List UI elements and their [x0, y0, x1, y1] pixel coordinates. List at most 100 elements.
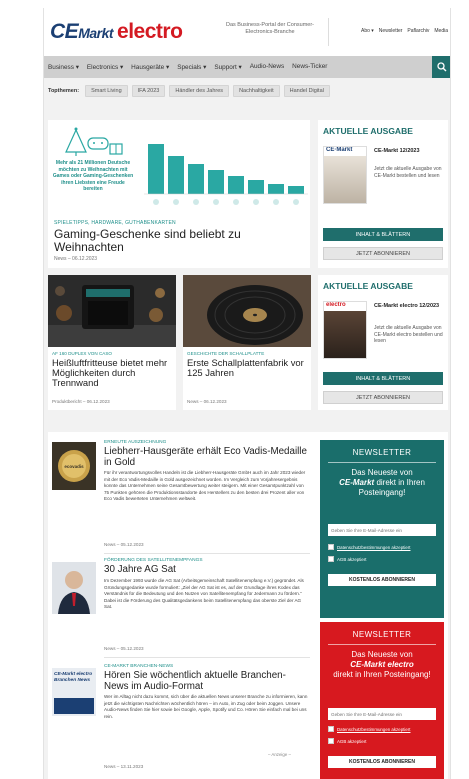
news-item[interactable]: CE-Markt electro Branchen News CE-MARKT …: [48, 664, 312, 776]
read-issue-button[interactable]: INHALT & BLÄTTERN: [323, 372, 443, 385]
nav-item-audio-news[interactable]: Audio-News: [250, 63, 284, 71]
logo-electro: electro: [117, 20, 183, 43]
card-category: GESCHICHTE DER SCHALLPLATTE: [187, 351, 265, 356]
privacy-checkbox[interactable]: Datenschutzbestimmungen akzeptiert: [328, 726, 410, 732]
news-meta: News – 05.12.2023: [104, 542, 144, 547]
news-divider: [104, 657, 310, 658]
news-section: ecovadis ERNEUTE AUSZEICHNUNG Liebherr-H…: [48, 432, 448, 779]
news-category: ERNEUTE AUSZEICHNUNG: [104, 440, 167, 445]
subscribe-button[interactable]: JETZT ABONNIEREN: [323, 247, 443, 260]
news-title[interactable]: Hören Sie wöchentlich aktuelle Branchen-…: [104, 670, 308, 692]
hero-title[interactable]: Gaming-Geschenke sind beliebt zu Weihnac…: [54, 228, 304, 254]
newsletter-heading: NEWSLETTER: [352, 630, 412, 639]
topic-chip[interactable]: IFA 2023: [131, 85, 166, 97]
topic-chip[interactable]: Smart Living: [85, 85, 128, 97]
magazine-text: Jetzt die aktuelle Ausgabe von CE-Markt …: [374, 166, 442, 179]
terms-checkbox[interactable]: AGB akzeptiert: [328, 738, 367, 744]
article-card[interactable]: GESCHICHTE DER SCHALLPLATTE Erste Schall…: [183, 275, 311, 410]
checkbox-box[interactable]: [328, 726, 334, 732]
article-card[interactable]: AF 160 DUPLEX VON CASO Heißluftfritteuse…: [48, 275, 176, 410]
newsletter-text: Das Neueste von CE-Markt electro direkt …: [324, 650, 440, 680]
newsletter-heading: NEWSLETTER: [352, 448, 412, 457]
subscribe-button[interactable]: JETZT ABONNIEREN: [323, 391, 443, 404]
news-category: FÖRDERUNG DES SATELLITENEMPFANGS: [104, 558, 203, 563]
newsletter-text: Das Neueste von CE-Markt direkt in Ihren…: [324, 468, 440, 498]
news-body: Für ihr verantwortungsvolles Handeln ist…: [104, 470, 306, 502]
privacy-checkbox-label: Datenschutzbestimmungen akzeptiert: [337, 544, 411, 550]
card-category: AF 160 DUPLEX VON CASO: [52, 351, 112, 356]
main-nav: Business ▾ Electronics ▾ Hausgeräte ▾ Sp…: [44, 56, 450, 78]
ad-label: – Anzeige –: [268, 752, 291, 757]
newsletter-divider: [328, 644, 436, 645]
top-link-archive[interactable]: Paflarchiv: [407, 28, 429, 34]
topic-chip[interactable]: Händler des Jahres: [169, 85, 230, 97]
newsletter-email-input[interactable]: [328, 708, 436, 720]
newsletter-subscribe-button[interactable]: KOSTENLOS ABONNIEREN: [328, 574, 436, 586]
terms-checkbox[interactable]: AGB akzeptiert: [328, 556, 367, 562]
site-container: CEMarkt electro Das Business-Portal der C…: [43, 8, 451, 779]
privacy-checkbox-label: Datenschutzbestimmungen akzeptiert: [337, 726, 411, 732]
topic-chip[interactable]: Handel Digital: [283, 85, 330, 97]
current-issue-heading: AKTUELLE AUSGABE: [323, 126, 413, 136]
air-fryer-image: [48, 275, 176, 347]
news-title[interactable]: Liebherr-Hausgeräte erhält Eco Vadis-Med…: [104, 446, 308, 468]
site-logo[interactable]: CEMarkt electro: [50, 20, 183, 44]
news-item[interactable]: FÖRDERUNG DES SATELLITENEMPFANGS 30 Jahr…: [48, 558, 312, 662]
newsletter-box-ce-markt-electro: NEWSLETTER Das Neueste von CE-Markt elec…: [320, 622, 444, 779]
topics-label: Topthemen:: [48, 88, 80, 94]
logo-ce: CE: [50, 20, 79, 43]
magazine-text: Jetzt die aktuelle Ausgabe von CE-Markt …: [374, 325, 443, 344]
thumbnail-caption: ecovadis: [64, 464, 84, 469]
top-link-abo[interactable]: Abo ▾: [361, 28, 374, 34]
magazine-cover[interactable]: CE·Markt: [323, 146, 367, 204]
card-image: [48, 275, 176, 347]
card-title[interactable]: Erste Schallplattenfabrik vor 125 Jahren: [187, 358, 309, 378]
nav-item-hausgeraete[interactable]: Hausgeräte ▾: [131, 63, 169, 71]
terms-checkbox-label: AGB akzeptiert: [337, 556, 367, 562]
current-issue-heading: AKTUELLE AUSGABE: [323, 281, 413, 291]
search-button[interactable]: [432, 56, 450, 78]
card-meta: News – 06.12.2023: [187, 399, 227, 404]
newsletter-email-input[interactable]: [328, 524, 436, 536]
top-link-media[interactable]: Media: [434, 28, 448, 34]
nav-item-news-ticker[interactable]: News-Ticker: [292, 63, 327, 71]
hero-infographic: Mehr als 21 Millionen Deutsche möchten z…: [48, 120, 310, 214]
cover-image: [324, 311, 366, 358]
hero-category: SPIELETIPPS, HARDWARE, GUTHABENKARTEN: [54, 220, 176, 226]
cover-image: [324, 156, 366, 203]
search-icon: [437, 62, 447, 72]
page: CEMarkt electro Das Business-Portal der C…: [0, 0, 469, 779]
newsletter-brand: CE-Markt: [339, 478, 375, 487]
nav-item-business[interactable]: Business ▾: [48, 63, 79, 71]
checkbox-box[interactable]: [328, 544, 334, 550]
nav-item-support[interactable]: Support ▾: [214, 63, 241, 71]
card-title[interactable]: Heißluftfritteuse bietet mehr Möglichkei…: [52, 358, 174, 388]
privacy-checkbox[interactable]: Datenschutzbestimmungen akzeptiert: [328, 544, 410, 550]
top-link-newsletter[interactable]: Newsletter: [379, 28, 403, 34]
news-title[interactable]: 30 Jahre AG Sat: [104, 564, 308, 576]
news-divider: [104, 553, 310, 554]
topic-chip[interactable]: Nachhaltigkeit: [233, 85, 280, 97]
newsletter-subscribe-button[interactable]: KOSTENLOS ABONNIEREN: [328, 756, 436, 768]
current-issue-electro-box: AKTUELLE AUSGABE electro CE-Markt electr…: [318, 275, 448, 410]
current-issue-box: AKTUELLE AUSGABE CE·Markt CE-Markt 12/20…: [318, 120, 448, 268]
terms-checkbox-label: AGB akzeptiert: [337, 738, 367, 744]
news-body: Im Dezember 1993 wurde die AG Sat (Arbei…: [104, 578, 304, 610]
magazine-title: CE-Markt electro 12/2023: [374, 303, 440, 309]
read-issue-button[interactable]: INHALT & BLÄTTERN: [323, 228, 443, 241]
newsletter-text-pre: Das Neueste von: [351, 650, 413, 659]
site-tagline: Das Business-Portal der Consumer-Electro…: [225, 22, 315, 35]
newsletter-text-post: direkt in Ihren Posteingang!: [333, 670, 431, 679]
news-item[interactable]: ecovadis ERNEUTE AUSZEICHNUNG Liebherr-H…: [48, 440, 312, 552]
checkbox-box[interactable]: [328, 556, 334, 562]
checkbox-box[interactable]: [328, 738, 334, 744]
cover-label: CE·Markt: [324, 147, 366, 156]
top-links: Abo ▾ Newsletter Paflarchiv Media: [361, 28, 448, 34]
hero-article[interactable]: Mehr als 21 Millionen Deutsche möchten z…: [48, 120, 310, 268]
thumbnail-caption: CE-Markt electro Branchen News: [54, 672, 93, 683]
nav-item-electronics[interactable]: Electronics ▾: [87, 63, 123, 71]
news-body: Wer im Alltag nicht dazu kommt, sich übe…: [104, 694, 308, 719]
nav-item-specials[interactable]: Specials ▾: [177, 63, 206, 71]
news-thumbnail: [52, 562, 96, 614]
magazine-cover[interactable]: electro: [323, 301, 367, 359]
